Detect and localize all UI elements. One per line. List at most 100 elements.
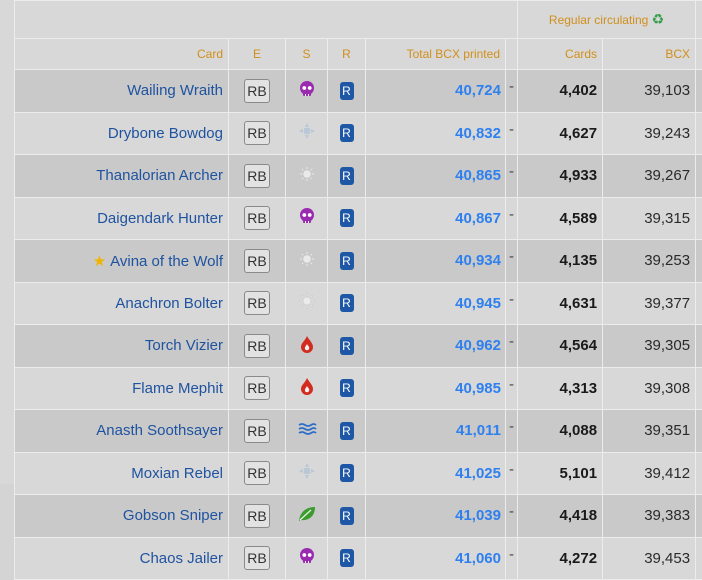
- splinter-cell: [286, 495, 328, 538]
- card-name-link[interactable]: Anachron Bolter: [115, 295, 223, 312]
- dash-cell: -: [506, 282, 518, 325]
- rarity-badge: R: [340, 124, 354, 142]
- card-name-link[interactable]: Moxian Rebel: [131, 465, 223, 482]
- card-name-link[interactable]: Daigendark Hunter: [97, 210, 223, 227]
- card-name-link[interactable]: Thanalorian Archer: [96, 167, 223, 184]
- table-row: Drybone BowdogRBR40,832-4,62739,243: [15, 112, 702, 155]
- recycle-icon: ♻: [652, 11, 665, 27]
- total-bcx-printed[interactable]: 40,865: [366, 155, 506, 198]
- dash-cell: -: [506, 367, 518, 410]
- total-bcx-printed[interactable]: 41,025: [366, 452, 506, 495]
- col-header-cards[interactable]: Cards: [518, 39, 603, 70]
- rarity-badge: R: [340, 464, 354, 482]
- total-bcx-printed[interactable]: 40,985: [366, 367, 506, 410]
- edition-badge: RB: [244, 376, 270, 400]
- death-skull-icon: [298, 207, 316, 229]
- col-header-edition[interactable]: E: [229, 39, 286, 70]
- rarity-badge: R: [340, 294, 354, 312]
- rarity-cell: R: [328, 240, 366, 283]
- life-sun-icon: [298, 250, 316, 272]
- rarity-cell: R: [328, 155, 366, 198]
- cards-count: 4,933: [518, 155, 603, 198]
- total-bcx-printed[interactable]: 41,060: [366, 537, 506, 580]
- card-name-link[interactable]: Gobson Sniper: [123, 507, 223, 524]
- splinter-cell: [286, 240, 328, 283]
- edition-badge: RB: [244, 504, 270, 528]
- card-name-link[interactable]: Chaos Jailer: [140, 550, 223, 567]
- table-row: Torch VizierRBR40,962-4,56439,305: [15, 325, 702, 368]
- card-name-cell[interactable]: Wailing Wraith: [15, 70, 229, 113]
- death-skull-icon: [298, 80, 316, 102]
- rarity-cell: R: [328, 70, 366, 113]
- edition-cell: RB: [229, 197, 286, 240]
- card-name-cell[interactable]: Anachron Bolter: [15, 282, 229, 325]
- table-row: Flame Mephit RB R 40,985-4,31339,308: [15, 367, 702, 410]
- splinter-cell: [286, 410, 328, 453]
- col-header-total-bcx[interactable]: Total BCX printed: [366, 39, 506, 70]
- splinter-cell: [286, 537, 328, 580]
- card-name-cell[interactable]: Chaos Jailer: [15, 537, 229, 580]
- col-header-bcx[interactable]: BCX: [603, 39, 696, 70]
- left-gutter: [0, 0, 14, 484]
- card-stats-table: Regular circulating ♻ Card E S R Total B…: [14, 0, 702, 580]
- cards-count: 4,627: [518, 112, 603, 155]
- card-name-cell[interactable]: Torch Vizier: [15, 325, 229, 368]
- total-bcx-printed[interactable]: 40,945: [366, 282, 506, 325]
- card-name-cell[interactable]: Gobson Sniper: [15, 495, 229, 538]
- col-header-card[interactable]: Card: [15, 39, 229, 70]
- total-bcx-printed[interactable]: 40,934: [366, 240, 506, 283]
- card-name-cell[interactable]: Flame Mephit: [15, 367, 229, 410]
- table-row: Wailing WraithRBR40,724-4,40239,103: [15, 70, 702, 113]
- table-row: Moxian RebelRBR41,025-5,10139,412: [15, 452, 702, 495]
- total-bcx-printed[interactable]: 40,867: [366, 197, 506, 240]
- edition-badge: RB: [244, 291, 270, 315]
- cards-count: 4,564: [518, 325, 603, 368]
- splinter-cell: [286, 325, 328, 368]
- edition-cell: RB: [229, 495, 286, 538]
- card-name-cell[interactable]: Anasth Soothsayer: [15, 410, 229, 453]
- col-header-rarity[interactable]: R: [328, 39, 366, 70]
- card-name-link[interactable]: Avina of the Wolf: [110, 253, 223, 270]
- edition-cell: RB: [229, 452, 286, 495]
- bcx-count: 39,453: [603, 537, 696, 580]
- card-name-link[interactable]: Anasth Soothsayer: [96, 422, 223, 439]
- card-name-link[interactable]: Drybone Bowdog: [108, 125, 223, 142]
- rarity-cell: R: [328, 410, 366, 453]
- earth-leaf-icon: [297, 505, 317, 527]
- card-name-cell[interactable]: Drybone Bowdog: [15, 112, 229, 155]
- dash-cell: -: [506, 495, 518, 538]
- card-name-link[interactable]: Torch Vizier: [145, 337, 223, 354]
- rarity-cell: R: [328, 197, 366, 240]
- bcx-count: 39,308: [603, 367, 696, 410]
- rarity-cell: R: [328, 452, 366, 495]
- bcx-count: 39,305: [603, 325, 696, 368]
- cards-count: 4,313: [518, 367, 603, 410]
- total-bcx-printed[interactable]: 40,724: [366, 70, 506, 113]
- total-bcx-printed[interactable]: 40,832: [366, 112, 506, 155]
- card-name-cell[interactable]: ★Avina of the Wolf: [15, 240, 229, 283]
- card-name-cell[interactable]: Daigendark Hunter: [15, 197, 229, 240]
- cards-count: 4,272: [518, 537, 603, 580]
- card-name-link[interactable]: Wailing Wraith: [127, 82, 223, 99]
- bcx-count: 39,412: [603, 452, 696, 495]
- table-row: Chaos JailerRBR41,060-4,27239,453: [15, 537, 702, 580]
- total-bcx-printed[interactable]: 40,962: [366, 325, 506, 368]
- splinter-cell: [286, 155, 328, 198]
- card-name-cell[interactable]: Thanalorian Archer: [15, 155, 229, 198]
- total-bcx-printed[interactable]: 41,011: [366, 410, 506, 453]
- rarity-badge: R: [340, 379, 354, 397]
- edition-badge: RB: [244, 206, 270, 230]
- cards-count: 4,088: [518, 410, 603, 453]
- total-bcx-printed[interactable]: 41,039: [366, 495, 506, 538]
- edition-cell: RB: [229, 537, 286, 580]
- col-header-splinter[interactable]: S: [286, 39, 328, 70]
- table-row: Anachron BolterRBR40,945-4,63139,377: [15, 282, 702, 325]
- card-name-link[interactable]: Flame Mephit: [132, 380, 223, 397]
- regular-circulating-header: Regular circulating ♻: [518, 1, 696, 39]
- splinter-cell: [286, 282, 328, 325]
- card-name-cell[interactable]: Moxian Rebel: [15, 452, 229, 495]
- rarity-badge: R: [340, 337, 354, 355]
- dash-cell: -: [506, 325, 518, 368]
- dash-cell: -: [506, 197, 518, 240]
- dash-cell: -: [506, 112, 518, 155]
